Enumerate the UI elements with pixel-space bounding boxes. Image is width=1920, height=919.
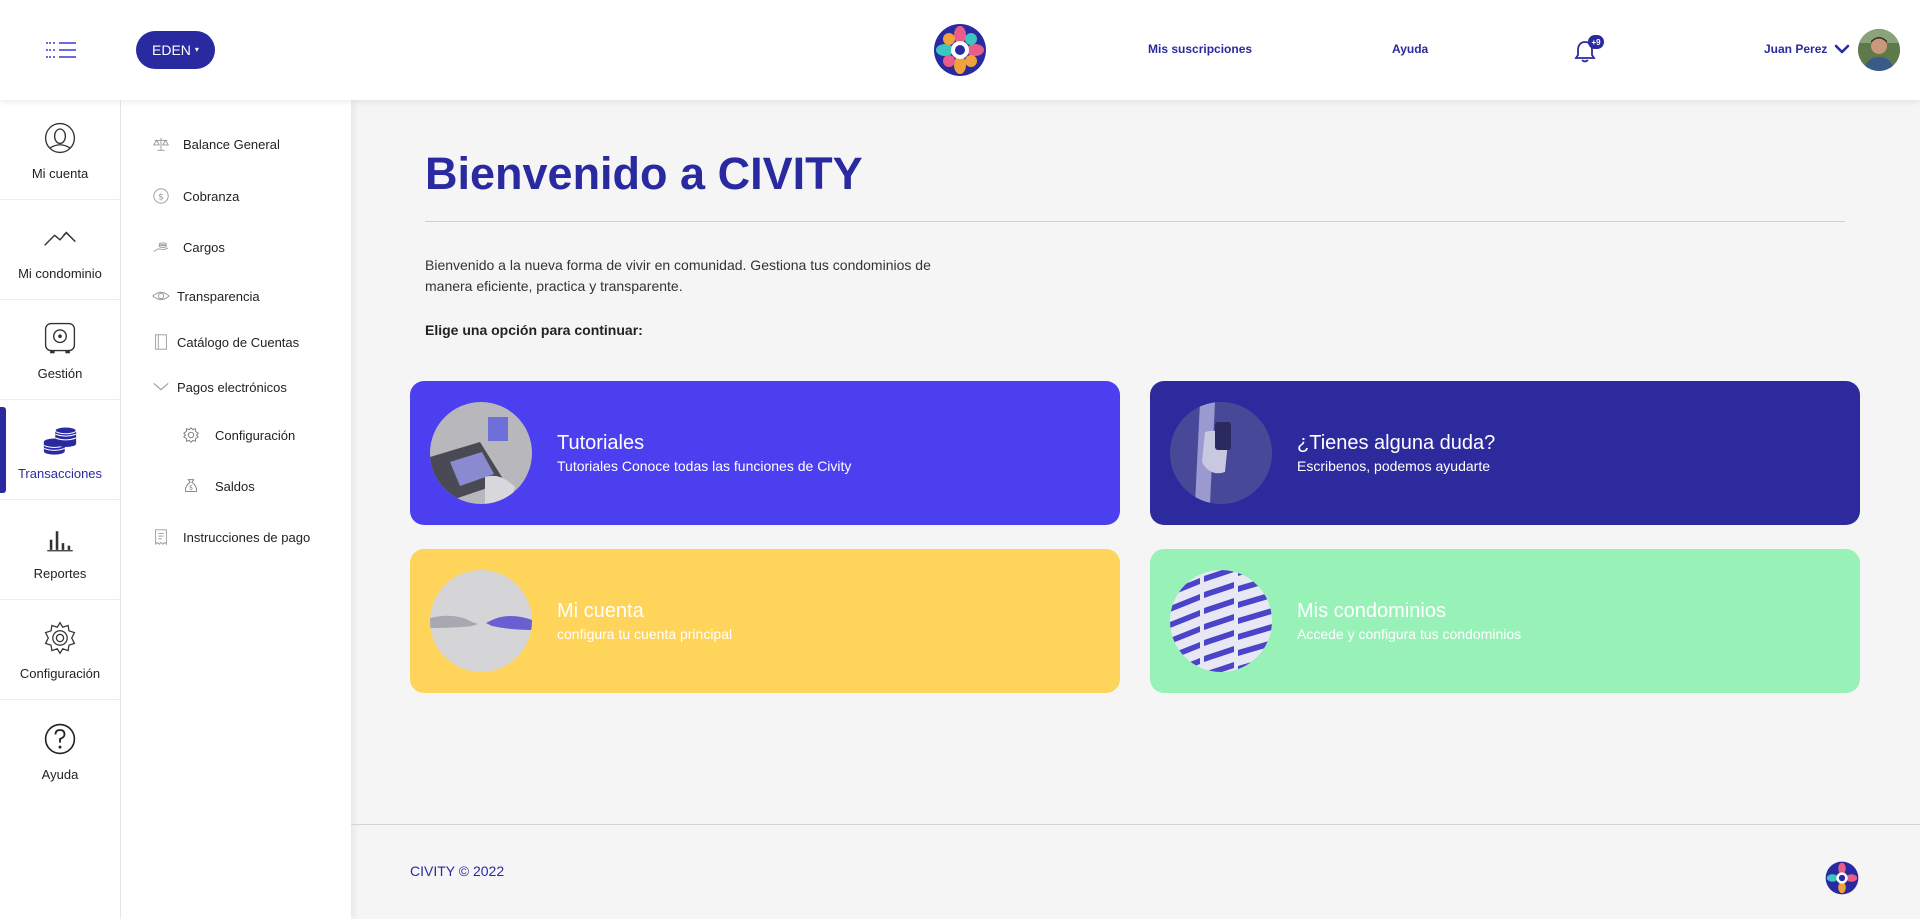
rail-item-ayuda[interactable]: Ayuda bbox=[0, 700, 120, 800]
submenu-item-saldos[interactable]: $ Saldos bbox=[181, 476, 255, 496]
card-mis-condominios[interactable]: Mis condominios Accede y configura tus c… bbox=[1150, 549, 1860, 693]
caret-down-icon: ▾ bbox=[194, 44, 199, 54]
safe-icon bbox=[40, 318, 80, 358]
money-bag-icon: $ bbox=[181, 476, 201, 496]
tutorial-image bbox=[430, 402, 532, 504]
footer-divider bbox=[351, 824, 1920, 825]
card-title: Mi cuenta bbox=[557, 600, 644, 622]
avatar[interactable] bbox=[1858, 29, 1900, 71]
intro-text: Bienvenido a la nueva forma de vivir en … bbox=[425, 257, 931, 294]
user-circle-icon bbox=[40, 118, 80, 158]
notification-badge: +9 bbox=[1588, 35, 1604, 49]
coins-stack-icon bbox=[40, 418, 80, 458]
submenu-item-label: Instrucciones de pago bbox=[183, 529, 311, 545]
gear-icon bbox=[40, 618, 80, 658]
submenu-item-configuracion[interactable]: Configuración bbox=[181, 425, 295, 445]
account-image bbox=[430, 570, 532, 672]
help-image bbox=[1170, 402, 1272, 504]
primary-sidebar: Mi cuenta Mi condominio Gestión Transacc… bbox=[0, 100, 121, 919]
submenu-item-label: Cargos bbox=[183, 239, 225, 255]
rail-item-mi-cuenta[interactable]: Mi cuenta bbox=[0, 100, 120, 200]
mountain-icon bbox=[40, 218, 80, 258]
nav-subscriptions-link[interactable]: Mis suscripciones bbox=[1148, 42, 1252, 56]
submenu-item-pagos-electronicos[interactable]: Pagos electrónicos bbox=[151, 377, 287, 397]
rail-item-transacciones[interactable]: Transacciones bbox=[0, 400, 120, 500]
submenu-item-label: Pagos electrónicos bbox=[177, 379, 287, 395]
rail-item-label: Gestión bbox=[37, 366, 83, 381]
submenu-item-catalogo-cuentas[interactable]: Catálogo de Cuentas bbox=[151, 332, 299, 352]
submenu-item-label: Catálogo de Cuentas bbox=[177, 334, 300, 350]
rail-item-reportes[interactable]: Reportes bbox=[0, 500, 120, 600]
scale-icon bbox=[151, 134, 171, 154]
condominios-image bbox=[1170, 570, 1272, 672]
chevron-down-icon[interactable] bbox=[1834, 43, 1850, 55]
org-selector-button[interactable]: EDEN ▾ bbox=[136, 31, 215, 69]
card-subtitle: configura tu cuenta principal bbox=[557, 626, 733, 642]
card-dudas[interactable]: ¿Tienes alguna duda? Escribenos, podemos… bbox=[1150, 381, 1860, 525]
divider bbox=[425, 221, 1845, 222]
civity-logo[interactable] bbox=[933, 23, 987, 77]
rail-item-label: Reportes bbox=[33, 566, 87, 581]
menu-toggle-icon[interactable] bbox=[46, 40, 76, 60]
question-circle-icon bbox=[40, 719, 80, 759]
svg-text:$: $ bbox=[189, 485, 193, 492]
submenu-item-instrucciones-pago[interactable]: Instrucciones de pago bbox=[151, 527, 310, 547]
card-subtitle: Tutoriales Conoce todas las funciones de… bbox=[557, 458, 852, 474]
org-selector-label: EDEN bbox=[152, 42, 191, 58]
card-title: Tutoriales bbox=[557, 432, 645, 454]
rail-item-label: Configuración bbox=[19, 666, 101, 681]
gear-icon bbox=[181, 425, 201, 445]
coin-icon: $ bbox=[151, 186, 171, 206]
submenu-item-label: Balance General bbox=[183, 136, 280, 152]
choose-option-label: Elige una opción para continuar: bbox=[425, 322, 643, 338]
rail-item-configuracion[interactable]: Configuración bbox=[0, 600, 120, 700]
civity-logo-small bbox=[1825, 861, 1859, 895]
notebook-icon bbox=[151, 332, 171, 352]
eye-icon bbox=[151, 286, 171, 306]
card-title: Mis condominios bbox=[1297, 600, 1446, 622]
card-tutoriales[interactable]: Tutoriales Tutoriales Conoce todas las f… bbox=[410, 381, 1120, 525]
rail-item-label: Mi cuenta bbox=[31, 166, 89, 181]
bar-chart-icon bbox=[40, 518, 80, 558]
nav-help-link[interactable]: Ayuda bbox=[1392, 42, 1428, 56]
receipt-icon bbox=[151, 527, 171, 547]
top-bar: EDEN ▾ Mis suscripciones Ayuda +9 Juan P… bbox=[0, 0, 1920, 100]
rail-item-label: Ayuda bbox=[41, 766, 79, 782]
rail-item-label: Transacciones bbox=[17, 466, 103, 481]
user-name[interactable]: Juan Perez bbox=[1764, 42, 1827, 56]
rail-item-gestion[interactable]: Gestión bbox=[0, 300, 120, 400]
card-subtitle: Accede y configura tus condominios bbox=[1297, 626, 1522, 642]
rail-item-mi-condominio[interactable]: Mi condominio bbox=[0, 200, 120, 300]
footer-copyright: CIVITY © 2022 bbox=[410, 863, 505, 879]
submenu-item-label: Saldos bbox=[215, 478, 255, 494]
submenu-item-balance-general[interactable]: Balance General bbox=[151, 134, 280, 154]
chevron-down-icon bbox=[151, 377, 171, 397]
hand-coins-icon bbox=[151, 237, 171, 257]
card-mi-cuenta[interactable]: Mi cuenta configura tu cuenta principal bbox=[410, 549, 1120, 693]
rail-item-label: Mi condominio bbox=[18, 266, 102, 281]
submenu-item-label: Transparencia bbox=[177, 288, 260, 304]
svg-text:$: $ bbox=[158, 193, 164, 203]
card-subtitle: Escribenos, podemos ayudarte bbox=[1297, 458, 1490, 474]
submenu-item-label: Configuración bbox=[215, 427, 296, 443]
submenu-item-transparencia[interactable]: Transparencia bbox=[151, 286, 260, 306]
submenu-item-label: Cobranza bbox=[183, 188, 240, 204]
card-title: ¿Tienes alguna duda? bbox=[1297, 432, 1496, 454]
page-title: Bienvenido a CIVITY bbox=[425, 148, 863, 199]
submenu-item-cobranza[interactable]: $ Cobranza bbox=[151, 186, 239, 206]
secondary-sidebar: Balance General $ Cobranza Cargos Transp… bbox=[121, 100, 351, 919]
submenu-item-cargos[interactable]: Cargos bbox=[151, 237, 225, 257]
